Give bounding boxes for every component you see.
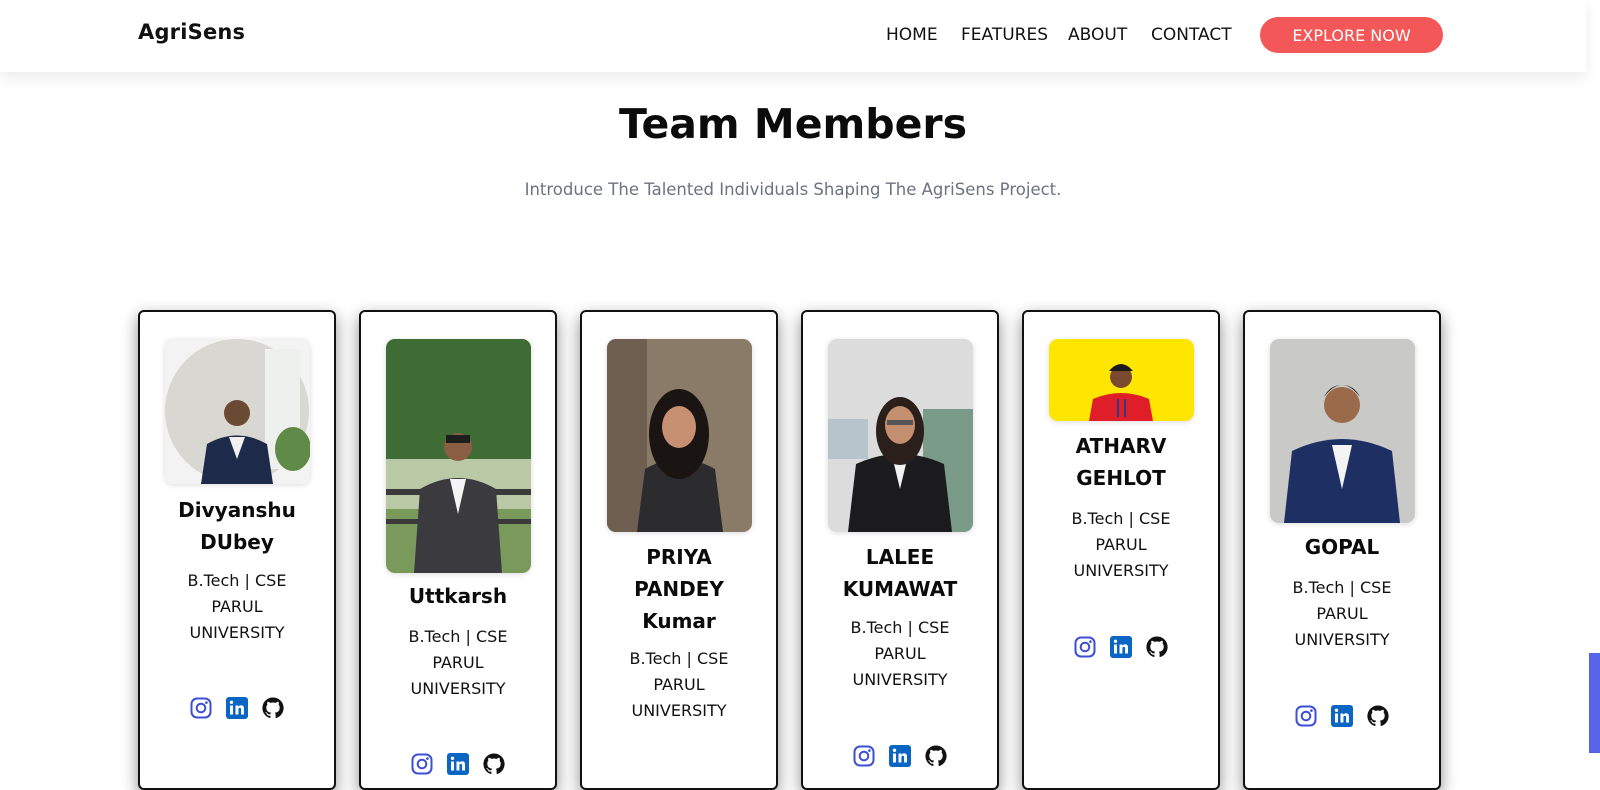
member-university-line-2: UNIVERSITY [410, 679, 506, 698]
github-icon[interactable] [924, 744, 948, 768]
instagram-icon[interactable] [852, 744, 876, 768]
member-photo [165, 339, 310, 484]
member-university-line-1: PARUL [874, 644, 926, 663]
team-member-card: GOPAL B.Tech | CSE PARUL UNIVERSITY [1243, 310, 1441, 790]
team-member-card: Divyanshu DUbey B.Tech | CSE PARUL UNIVE… [138, 310, 336, 790]
brand-logo-text[interactable]: AgriSens [138, 20, 245, 44]
member-name-line-1: Uttkarsh [408, 584, 508, 608]
linkedin-icon[interactable] [225, 696, 249, 720]
instagram-icon[interactable] [1294, 704, 1318, 728]
member-degree: B.Tech | CSE [850, 618, 950, 637]
member-name-line-2: PANDEY [634, 577, 724, 601]
member-name-line-1: GOPAL [1304, 535, 1380, 559]
nav-link-contact[interactable]: CONTACT [1151, 25, 1232, 45]
instagram-icon[interactable] [1073, 635, 1097, 659]
member-photo [386, 339, 531, 573]
member-degree: B.Tech | CSE [1071, 509, 1171, 528]
member-university-line-2: UNIVERSITY [1073, 561, 1169, 580]
member-photo [607, 339, 752, 532]
github-icon[interactable] [261, 696, 285, 720]
member-photo [1049, 339, 1194, 421]
member-name-line-1: Divyanshu [178, 498, 296, 522]
github-icon[interactable] [1366, 704, 1390, 728]
member-photo [1270, 339, 1415, 523]
member-name-line-2: DUbey [200, 530, 274, 554]
social-links [361, 752, 555, 776]
scroll-accent-bar [1589, 653, 1600, 753]
member-name-line-1: PRIYA [646, 545, 712, 569]
member-university-line-2: UNIVERSITY [631, 701, 727, 720]
social-links [803, 744, 997, 768]
member-degree: B.Tech | CSE [1292, 578, 1392, 597]
member-name-line-2: KUMAWAT [842, 577, 958, 601]
social-links [1024, 635, 1218, 659]
member-university-line-1: PARUL [653, 675, 705, 694]
member-name-line-3: Kumar [642, 609, 716, 633]
team-member-card: Uttkarsh B.Tech | CSE PARUL UNIVERSITY [359, 310, 557, 790]
nav-link-features[interactable]: FEATURES [961, 25, 1048, 45]
linkedin-icon[interactable] [1109, 635, 1133, 659]
member-degree: B.Tech | CSE [408, 627, 508, 646]
linkedin-icon[interactable] [888, 744, 912, 768]
member-university-line-2: UNIVERSITY [1294, 630, 1390, 649]
member-name-line-1: ATHARV [1075, 434, 1167, 458]
social-links [1245, 704, 1439, 728]
instagram-icon[interactable] [189, 696, 213, 720]
member-degree: B.Tech | CSE [629, 649, 729, 668]
team-member-card: ATHARV GEHLOT B.Tech | CSE PARUL UNIVERS… [1022, 310, 1220, 790]
team-member-card: PRIYA PANDEY Kumar B.Tech | CSE PARUL UN… [580, 310, 778, 790]
member-photo [828, 339, 973, 532]
member-university-line-2: UNIVERSITY [852, 670, 948, 689]
member-university-line-1: PARUL [432, 653, 484, 672]
nav-link-about[interactable]: ABOUT [1068, 25, 1127, 45]
section-subtitle: Introduce The Talented Individuals Shapi… [524, 180, 1062, 199]
linkedin-icon[interactable] [446, 752, 470, 776]
explore-now-button[interactable]: EXPLORE NOW [1260, 17, 1443, 53]
linkedin-icon[interactable] [1330, 704, 1354, 728]
github-icon[interactable] [1145, 635, 1169, 659]
member-degree: B.Tech | CSE [187, 571, 287, 590]
member-name-line-2: GEHLOT [1076, 466, 1166, 490]
github-icon[interactable] [482, 752, 506, 776]
member-name-line-1: LALEE [865, 545, 935, 569]
member-university-line-1: PARUL [1316, 604, 1368, 623]
instagram-icon[interactable] [410, 752, 434, 776]
member-university-line-1: PARUL [1095, 535, 1147, 554]
team-member-card: LALEE KUMAWAT B.Tech | CSE PARUL UNIVERS… [801, 310, 999, 790]
member-university-line-2: UNIVERSITY [189, 623, 285, 642]
social-links [140, 696, 334, 720]
nav-link-home[interactable]: HOME [886, 25, 938, 45]
section-title: Team Members [618, 100, 968, 148]
top-navbar: AgriSens HOME FEATURES ABOUT CONTACT EXP… [0, 0, 1586, 72]
member-university-line-1: PARUL [211, 597, 263, 616]
